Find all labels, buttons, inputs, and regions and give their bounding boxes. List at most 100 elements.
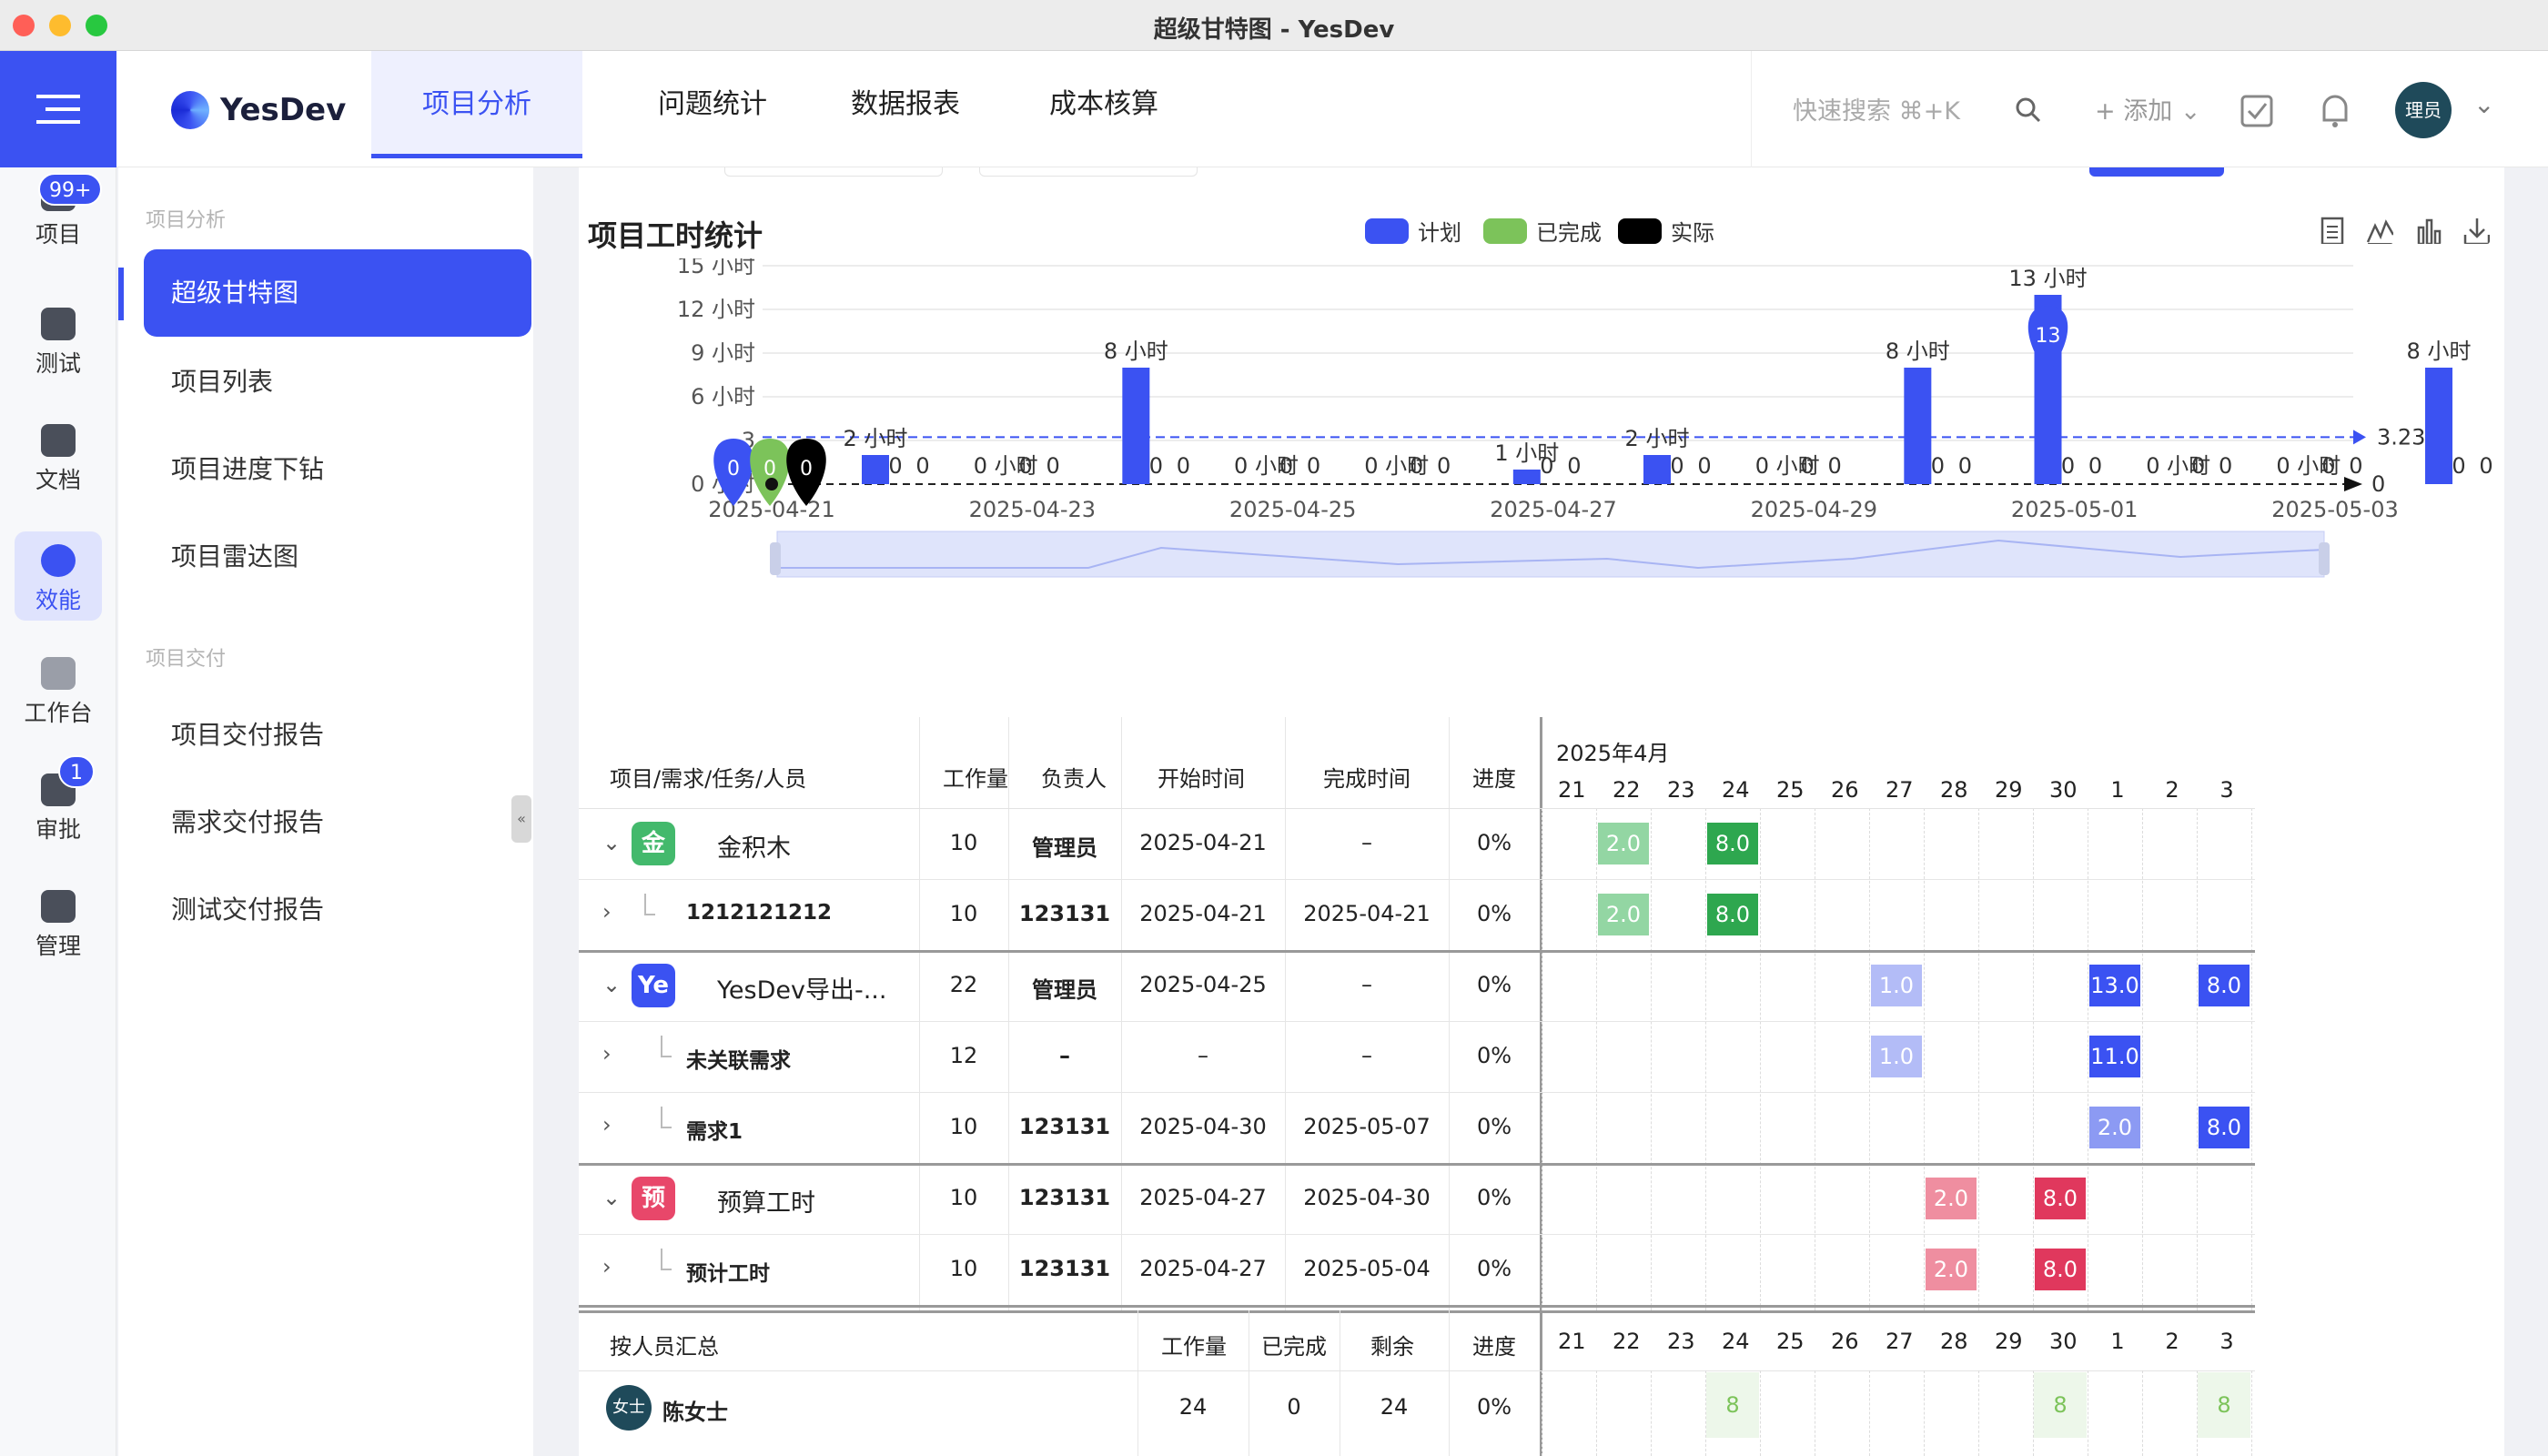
- day-line: [1596, 1370, 1597, 1456]
- rail-item-efficiency[interactable]: 效能: [0, 531, 116, 633]
- axis-arrow: [2344, 477, 2362, 491]
- gantt-bar[interactable]: 11.0: [2089, 1036, 2140, 1077]
- search-icon[interactable]: [2015, 96, 2042, 124]
- sidebar-item-drilldown[interactable]: 项目进度下钻: [171, 450, 324, 486]
- sidebar-item-requirement-report[interactable]: 需求交付报告: [171, 803, 324, 839]
- zero-label: 0: [1931, 453, 1945, 479]
- sidebar-item-project-list[interactable]: 项目列表: [171, 362, 273, 399]
- bar-chart-icon[interactable]: [2415, 217, 2442, 244]
- row-progress: 0%: [1476, 1114, 1512, 1139]
- person-name[interactable]: 陈女士: [662, 1394, 728, 1426]
- user-menu-chevron-icon[interactable]: ⌄: [2473, 89, 2494, 119]
- item-name[interactable]: 未关联需求: [686, 1043, 791, 1074]
- row-work: 10: [949, 1256, 978, 1281]
- tab-issue-stats[interactable]: 问题统计: [626, 51, 799, 158]
- day-header: 3: [2219, 777, 2234, 803]
- rail-item-docs[interactable]: 文档: [0, 413, 116, 513]
- gantt-bar[interactable]: 2.0: [1926, 1249, 1977, 1290]
- rail-item-manage[interactable]: 管理: [0, 879, 116, 979]
- item-name[interactable]: 需求1: [686, 1114, 743, 1145]
- expand-chevron-icon[interactable]: ›: [602, 1041, 612, 1067]
- bar-label: 2 小时: [844, 426, 908, 451]
- rail-item-test[interactable]: 测试: [0, 297, 116, 397]
- download-icon[interactable]: [2462, 217, 2490, 244]
- collapse-chevron-icon[interactable]: ⌄: [602, 1185, 621, 1210]
- gantt-bar[interactable]: 8.0: [2199, 1107, 2250, 1148]
- data-view-icon[interactable]: [2319, 217, 2346, 244]
- bar-label: 8 小时: [2407, 339, 2472, 364]
- project-name[interactable]: 金积木: [717, 828, 791, 864]
- item-name[interactable]: 1212121212: [686, 901, 832, 925]
- gantt-bar[interactable]: 2.0: [2089, 1107, 2140, 1148]
- item-name[interactable]: 预计工时: [686, 1256, 770, 1287]
- line-chart-icon[interactable]: [2366, 217, 2393, 244]
- gantt-bar[interactable]: 2.0: [1598, 894, 1649, 935]
- person-day-cell: 8: [1706, 1372, 1759, 1438]
- task-check-icon[interactable]: [2240, 95, 2273, 127]
- bell-icon[interactable]: [2319, 93, 2351, 129]
- person-avatar: 女士: [606, 1385, 652, 1431]
- expand-chevron-icon[interactable]: ›: [602, 1112, 612, 1138]
- row-work: 10: [949, 901, 978, 926]
- collapse-chevron-icon[interactable]: ⌄: [602, 972, 621, 997]
- gantt-bar[interactable]: 8.0: [2035, 1178, 2086, 1219]
- collapse-sidebar-button[interactable]: «: [511, 795, 531, 843]
- rail-item-project[interactable]: 项目 99+: [0, 167, 116, 268]
- day-header: 22: [1613, 777, 1641, 803]
- user-avatar[interactable]: 理员: [2395, 82, 2452, 138]
- rail-item-workbench[interactable]: 工作台: [0, 646, 116, 746]
- gantt-bar[interactable]: 8.0: [1707, 894, 1758, 935]
- sidebar-item-test-report[interactable]: 测试交付报告: [171, 890, 324, 926]
- project-name[interactable]: 预算工时: [717, 1183, 815, 1218]
- gantt-bar[interactable]: 1.0: [1871, 965, 1922, 1006]
- zero-label: 0: [888, 453, 902, 479]
- plan-bar: [862, 455, 889, 484]
- day-line: [2197, 808, 2198, 1310]
- tab-project-analysis[interactable]: 项目分析: [371, 51, 582, 158]
- rail-item-approval[interactable]: 审批 1: [0, 755, 116, 863]
- add-button[interactable]: + 添加 ⌄: [2095, 91, 2200, 126]
- tab-data-report[interactable]: 数据报表: [819, 51, 992, 158]
- collapse-chevron-icon[interactable]: ⌄: [602, 830, 621, 855]
- day-line: [2251, 1370, 2252, 1456]
- menu-toggle-button[interactable]: [0, 51, 116, 167]
- quick-search-input[interactable]: 快速搜索 ⌘+K: [1793, 91, 1960, 126]
- legend-actual[interactable]: 实际: [1618, 215, 1714, 247]
- row-work: 22: [949, 972, 978, 997]
- manage-icon: [41, 890, 76, 923]
- pie-chart-icon: [41, 544, 76, 577]
- logo[interactable]: YesDev: [171, 91, 346, 129]
- day-header: 25: [1776, 777, 1805, 803]
- summary-day-header: 25: [1776, 1329, 1805, 1354]
- plan-bar: [1512, 470, 1541, 484]
- header-start: 开始时间: [1158, 766, 1245, 792]
- sidebar-item-gantt[interactable]: 超级甘特图: [144, 249, 531, 337]
- gantt-bar[interactable]: 13.0: [2089, 965, 2140, 1006]
- project-avatar: 金: [632, 822, 675, 865]
- gantt-bar[interactable]: 2.0: [1926, 1178, 1977, 1219]
- sidebar-item-radar[interactable]: 项目雷达图: [171, 537, 298, 573]
- gantt-bar[interactable]: 1.0: [1871, 1036, 1922, 1077]
- sidebar-item-project-report[interactable]: 项目交付报告: [171, 715, 324, 752]
- x-tick-label: 2025-05-01: [2011, 497, 2138, 522]
- row-line: [579, 808, 2255, 809]
- gantt-bar[interactable]: 2.0: [1598, 823, 1649, 864]
- legend-plan[interactable]: 计划: [1365, 215, 1461, 247]
- row-start: 2025-04-21: [1139, 830, 1267, 855]
- row-owner: 123131: [1018, 1114, 1111, 1139]
- average-arrow: [2353, 430, 2366, 445]
- expand-chevron-icon[interactable]: ›: [602, 1254, 612, 1279]
- yesdev-logo-icon: [171, 91, 209, 129]
- gantt-bar[interactable]: 8.0: [2199, 965, 2250, 1006]
- day-line: [1760, 808, 1761, 1310]
- tab-cost[interactable]: 成本核算: [1017, 51, 1190, 158]
- day-line: [1924, 808, 1925, 1310]
- tree-connector: [661, 1107, 672, 1128]
- gantt-bar[interactable]: 8.0: [1707, 823, 1758, 864]
- zoom-handle-left: [770, 542, 781, 575]
- gantt-bar[interactable]: 8.0: [2035, 1249, 2086, 1290]
- legend-done[interactable]: 已完成: [1483, 215, 1602, 247]
- row-end: 2025-04-21: [1303, 901, 1431, 926]
- project-name[interactable]: YesDev导出-...: [717, 970, 886, 1006]
- expand-chevron-icon[interactable]: ›: [602, 899, 612, 925]
